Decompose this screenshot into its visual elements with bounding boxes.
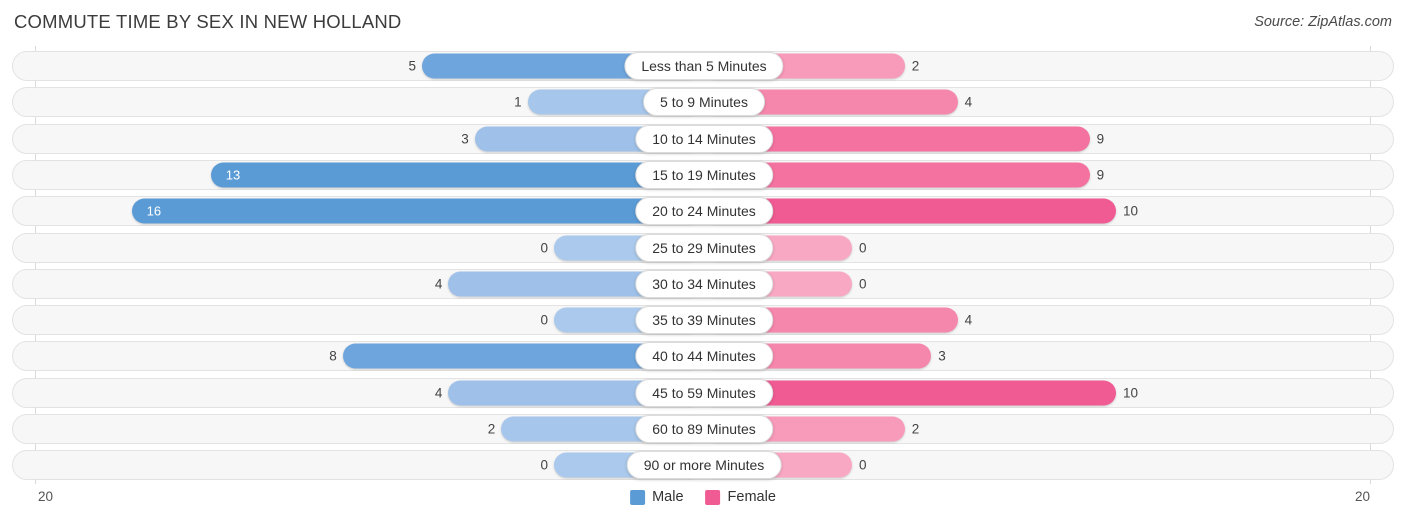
row-content: 1 4 5 to 9 Minutes [13,88,1393,117]
bar-value-male: 5 [408,58,416,74]
legend-label: Male [652,489,684,505]
table-row[interactable]: 16 10 20 to 24 Minutes [12,196,1394,227]
category-label[interactable]: 25 to 29 Minutes [635,233,773,262]
row-content: 8 3 40 to 44 Minutes [13,342,1393,371]
bar-value-male: 2 [487,421,496,437]
bar-value-male: 0 [540,457,548,473]
table-row[interactable]: 0 0 90 or more Minutes [12,450,1394,481]
bar-value-male: 13 [225,167,241,183]
row-content: 16 10 20 to 24 Minutes [13,197,1393,226]
legend-swatch-icon [705,489,721,505]
bar-value-female: 9 [1096,167,1105,183]
table-row[interactable]: 4 10 45 to 59 Minutes [12,377,1394,408]
bar-value-male: 8 [329,348,337,364]
chart-footer: 20 20 Male Female [0,484,1406,523]
table-row[interactable]: 5 2 Less than 5 Minutes [12,51,1394,81]
category-label[interactable]: 90 or more Minutes [626,451,782,480]
table-row[interactable]: 0 4 35 to 39 Minutes [12,305,1394,336]
category-label[interactable]: Less than 5 Minutes [624,52,784,80]
bar-value-female: 2 [911,421,920,437]
table-row[interactable]: 1 4 5 to 9 Minutes [12,87,1394,118]
row-content: 4 0 30 to 34 Minutes [13,269,1393,298]
bar-value-male: 3 [461,130,469,146]
legend-swatch-icon [630,489,646,505]
bar-value-male: 0 [540,312,548,328]
chart-legend: Male Female [630,489,776,505]
category-label[interactable]: 10 to 14 Minutes [635,124,773,153]
bar-value-male: 0 [540,239,548,255]
row-content: 2 2 60 to 89 Minutes [13,415,1393,443]
bar-value-female: 2 [911,58,920,74]
bar-value-male: 1 [514,94,522,110]
table-row[interactable]: 4 0 30 to 34 Minutes [12,268,1394,299]
page-title: COMMUTE TIME BY SEX IN NEW HOLLAND [14,11,402,32]
row-content: 5 2 Less than 5 Minutes [13,52,1393,80]
category-label[interactable]: 45 to 59 Minutes [635,378,773,407]
row-content: 3 9 10 to 14 Minutes [13,124,1393,153]
legend-item-female[interactable]: Female [705,489,776,505]
bar-value-female: 10 [1123,203,1139,219]
bar-male[interactable] [210,162,702,188]
axis-tick-left: 20 [38,489,54,504]
category-label[interactable]: 30 to 34 Minutes [635,269,773,298]
category-label[interactable]: 40 to 44 Minutes [635,342,773,371]
bar-value-female: 0 [859,276,867,292]
row-content: 13 9 15 to 19 Minutes [13,160,1393,189]
bar-value-male: 4 [434,276,443,292]
axis-tick-right: 20 [1354,489,1370,504]
table-row[interactable]: 8 3 40 to 44 Minutes [12,341,1394,372]
row-content: 0 4 35 to 39 Minutes [13,306,1393,335]
category-label[interactable]: 35 to 39 Minutes [635,306,773,335]
bar-value-female: 4 [964,312,973,328]
row-content: 4 10 45 to 59 Minutes [13,378,1393,407]
category-label[interactable]: 15 to 19 Minutes [635,160,773,189]
bar-value-female: 4 [964,94,973,110]
bar-value-male: 16 [146,203,162,219]
bar-value-male: 4 [434,384,443,400]
table-row[interactable]: 3 9 10 to 14 Minutes [12,123,1394,154]
category-label[interactable]: 60 to 89 Minutes [635,415,773,443]
bar-value-female: 9 [1096,130,1105,146]
source-attribution: Source: ZipAtlas.com [1254,14,1392,30]
chart-plot-area: 5 2 Less than 5 Minutes 1 4 5 to 9 Minutes 3 9 1… [0,46,1406,484]
bar-male[interactable] [131,198,702,224]
category-label[interactable]: 20 to 24 Minutes [635,197,773,226]
bar-value-female: 0 [859,239,867,255]
chart-page: COMMUTE TIME BY SEX IN NEW HOLLAND Sourc… [0,0,1406,523]
chart-header: COMMUTE TIME BY SEX IN NEW HOLLAND Sourc… [0,0,1406,46]
table-row[interactable]: 2 2 60 to 89 Minutes [12,414,1394,444]
row-content: 0 0 25 to 29 Minutes [13,233,1393,262]
bar-value-female: 10 [1123,384,1139,400]
table-row[interactable]: 13 9 15 to 19 Minutes [12,159,1394,190]
category-label[interactable]: 5 to 9 Minutes [643,88,765,117]
bar-value-female: 0 [859,457,867,473]
legend-item-male[interactable]: Male [630,489,684,505]
legend-label: Female [727,489,776,505]
bar-value-female: 3 [938,348,946,364]
table-row[interactable]: 0 0 25 to 29 Minutes [12,232,1394,263]
row-content: 0 0 90 or more Minutes [13,451,1393,480]
